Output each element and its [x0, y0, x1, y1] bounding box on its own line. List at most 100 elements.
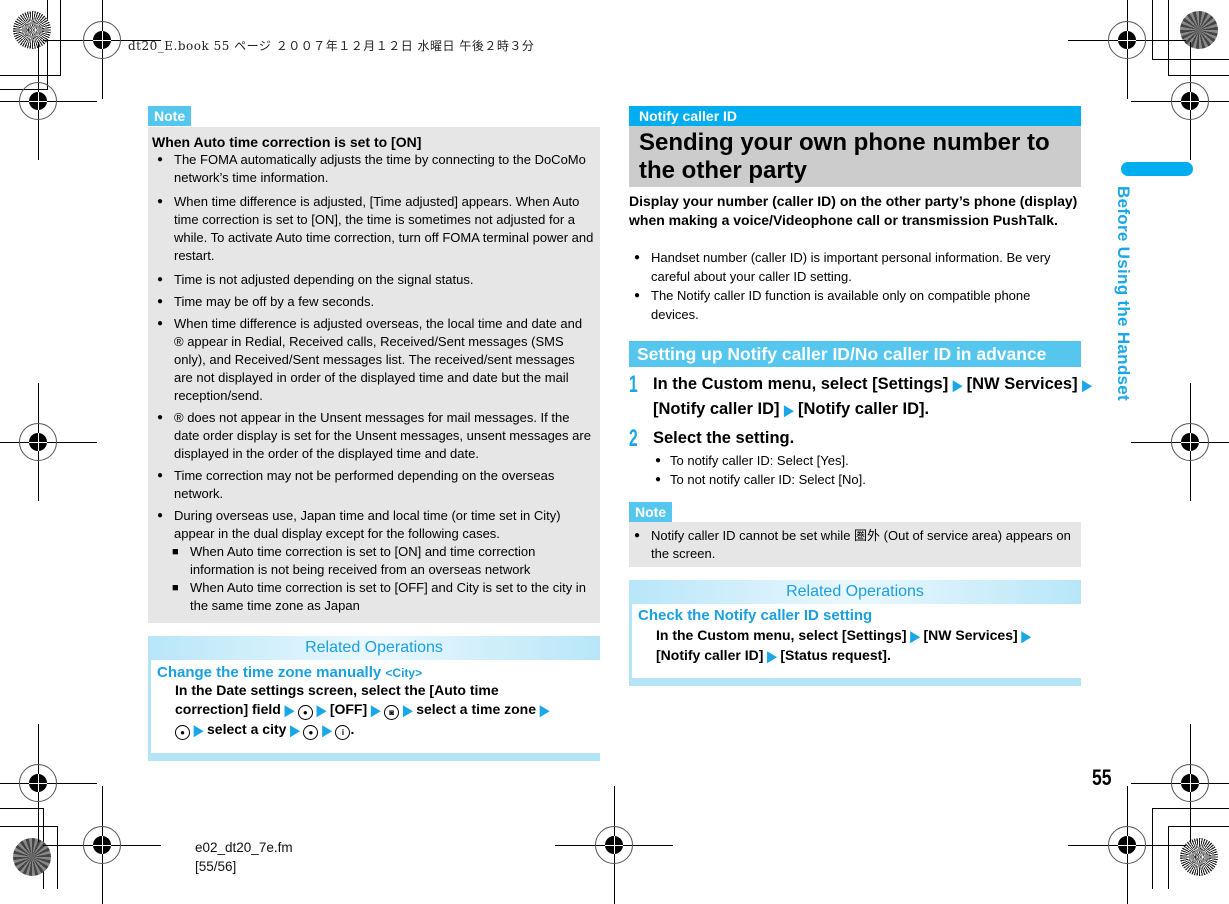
center-key-icon: ●: [303, 724, 319, 740]
registration-mark-icon: [1131, 724, 1229, 842]
registration-mark-icon: [555, 786, 673, 904]
step-text: Select the setting.: [653, 429, 795, 447]
step-text: [Status request].: [780, 646, 891, 663]
center-key-icon: ●: [175, 724, 190, 740]
related-operations-footer: [629, 678, 1081, 686]
registration-mark-icon: [43, 0, 161, 99]
note-sub-bullet: When Auto time correction is set to [ON]…: [152, 543, 594, 579]
step-2-options: To notify caller ID: Select [Yes]. To no…: [650, 451, 1080, 489]
arrow-right-icon: ▶: [284, 701, 294, 718]
arrow-right-icon: ▶: [322, 721, 332, 738]
registration-mark-icon: [0, 724, 97, 842]
arrow-right-icon: ▶: [403, 701, 413, 718]
step-text: [Notify caller ID].: [797, 400, 930, 418]
related-operations-header: Related Operations: [148, 636, 600, 660]
step-1: 1 In the Custom menu, select [Settings] …: [629, 372, 1093, 422]
registration-mark-icon: [43, 786, 161, 904]
note-title: When Auto time correction is set to [ON]: [152, 134, 422, 150]
registration-starburst-icon: [1180, 838, 1218, 876]
arrow-right-icon: ▶: [767, 647, 777, 664]
arrow-right-icon: ▶: [910, 627, 920, 645]
note-bullet: When time difference is adjusted oversea…: [152, 315, 594, 405]
camera-key-icon: ◙: [384, 704, 400, 720]
chapter-title: Before Using the Handset: [1114, 186, 1133, 402]
intro-bullet: Handset number (caller ID) is important …: [629, 248, 1081, 286]
registration-starburst-icon: [1180, 11, 1218, 49]
option-bullet: To not notify caller ID: Select [No].: [650, 470, 1080, 489]
section-tag: Notify caller ID: [629, 106, 1081, 126]
arrow-right-icon: ▶: [952, 376, 963, 394]
info-key-icon: i: [335, 724, 351, 740]
registration-mark-icon: [0, 42, 97, 160]
related-operation-title: Check the Notify caller ID setting: [638, 607, 873, 624]
page-title: Sending your own phone number to the oth…: [629, 126, 1081, 187]
footer-filename: e02_dt20_7e.fm: [195, 840, 293, 855]
note-bullet: Time is not adjusted depending on the si…: [152, 271, 594, 289]
note-tag: Note: [148, 106, 192, 126]
step-text: [NW Services]: [923, 627, 1018, 643]
step-number: 1: [629, 371, 638, 398]
option-bullet: To notify caller ID: Select [Yes].: [650, 451, 1080, 470]
step-text: In the Custom menu, select [Settings]: [653, 375, 949, 393]
arrow-right-icon: ▶: [1021, 627, 1031, 645]
step-text: .: [350, 720, 355, 737]
step-number: 2: [629, 425, 638, 452]
intro-bullet: The Notify caller ID function is availab…: [629, 286, 1081, 324]
note-bullet: Notify caller ID cannot be set while 圏外 …: [629, 527, 1075, 563]
arrow-right-icon: ▶: [539, 701, 550, 718]
registration-starburst-icon: [13, 11, 51, 49]
step-text: In the Custom menu, select [Settings]: [656, 627, 907, 643]
arrow-right-icon: ▶: [290, 721, 300, 738]
related-step-line: ● ▶ select a city ▶ ● ▶ i.: [175, 720, 597, 740]
step-text: [OFF]: [329, 700, 368, 717]
note-bullet: Time may be off by a few seconds.: [152, 293, 594, 311]
registration-mark-icon: [0, 383, 97, 501]
note-bullet: The FOMA automatically adjusts the time …: [152, 151, 594, 187]
arrow-right-icon: ▶: [193, 721, 204, 738]
note-sub-bullet: When Auto time correction is set to [OFF…: [152, 579, 594, 615]
related-title-tag: <City>: [385, 666, 423, 680]
step-text: [Notify caller ID]: [653, 400, 780, 418]
center-key-icon: ●: [297, 704, 313, 720]
step-text: select a city: [207, 720, 287, 737]
related-operation-title: Change the time zone manually <City>: [157, 664, 597, 681]
registration-mark-icon: [1131, 42, 1229, 160]
page-number: 55: [1092, 765, 1112, 790]
related-operation-steps: In the Date settings screen, select the …: [157, 681, 597, 740]
related-step-line: correction] field ▶ ● ▶ [OFF] ▶ ◙ ▶ sele…: [175, 700, 597, 720]
step-text: [Notify caller ID]: [656, 646, 764, 663]
arrow-right-icon: ▶: [1082, 376, 1092, 394]
note-bullet: Time correction may not be performed dep…: [152, 467, 594, 503]
registration-starburst-icon: [13, 838, 51, 876]
related-title-text: Change the time zone manually: [157, 664, 382, 681]
note-bullet: When time difference is adjusted, [Time …: [152, 193, 594, 265]
footer-pages: [55/56]: [195, 859, 237, 874]
registration-mark-icon: [1131, 383, 1229, 501]
note-box: Notify caller ID cannot be set while 圏外 …: [629, 522, 1081, 567]
step-text: [NW Services]: [966, 375, 1078, 393]
related-operations-footer: [148, 753, 600, 761]
footer: e02_dt20_7e.fm [55/56]: [195, 838, 293, 876]
step-2: 2 Select the setting.: [629, 425, 1093, 452]
chapter-tab-marker: [1121, 162, 1193, 176]
related-operations-body: Check the Notify caller ID setting In th…: [629, 604, 1078, 678]
print-header: dt20_E.book 55 ページ ２００７年１２月１２日 水曜日 午後２時３…: [128, 39, 535, 53]
related-operations-header: Related Operations: [629, 580, 1081, 604]
arrow-right-icon: ▶: [371, 701, 381, 718]
related-operation-steps: In the Custom menu, select [Settings] ▶ …: [638, 626, 1078, 665]
note-bullet: During overseas use, Japan time and loca…: [152, 507, 594, 543]
step-text: select a time zone: [416, 700, 537, 717]
related-step-line: In the Date settings screen, select the …: [175, 682, 499, 698]
note-tag: Note: [629, 502, 673, 522]
note-bullet: ® does not appear in the Unsent messages…: [152, 409, 594, 463]
arrow-right-icon: ▶: [316, 701, 326, 718]
subsection-heading: Setting up Notify caller ID/No caller ID…: [629, 341, 1081, 367]
intro-bullets: Handset number (caller ID) is important …: [629, 248, 1081, 328]
registration-mark-icon: [1068, 0, 1186, 99]
registration-mark-icon: [1068, 786, 1186, 904]
intro-text: Display your number (caller ID) on the o…: [629, 193, 1078, 228]
related-operations-body: Change the time zone manually <City> In …: [148, 660, 597, 753]
arrow-right-icon: ▶: [784, 401, 794, 419]
note-box: When Auto time correction is set to [ON]…: [148, 127, 600, 623]
step-text: correction] field: [175, 700, 281, 717]
